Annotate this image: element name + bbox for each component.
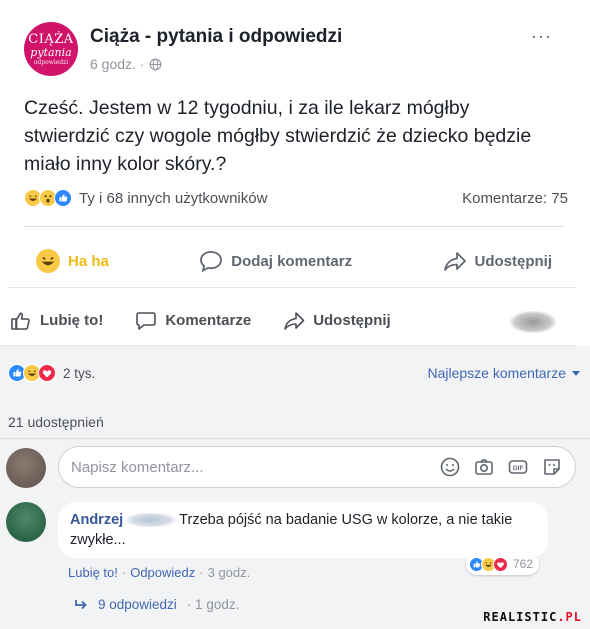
watermark-logo: REALISTIC .PL [483,610,582,624]
page-avatar[interactable]: CIĄŻA pytania odpowiedzi [24,22,78,76]
page-name[interactable]: Ciąża - pytania i odpowiedzi [90,26,342,48]
shares-count[interactable]: 21 udostępnień [8,414,104,430]
comment-like-link[interactable]: Lubię to! [68,565,118,580]
separator: · [199,565,204,580]
share-button[interactable]: Udostępnij [431,250,565,272]
watermark-domain: .PL [557,610,582,624]
reaction-summary[interactable]: Ty i 68 innych użytkowników [24,189,267,207]
comment-bubble: Andrzej Trzeba pójść na badanie USG w kol… [58,502,548,558]
commenter-avatar[interactable] [6,502,46,542]
globe-icon [150,58,162,70]
gif-icon[interactable]: GIF [507,456,529,478]
like-bar: Lubię to! Komentarze Udostępnij [0,296,576,346]
sort-label: Najlepsze komentarze [427,365,566,381]
like-button[interactable]: Lubię to! [10,311,103,331]
watermark-text: REALISTIC [483,610,558,624]
like-icon [54,189,72,207]
thumbs-up-icon [11,312,30,330]
blurred-surname [127,513,176,528]
sort-comments-dropdown[interactable]: Najlepsze komentarze [427,365,580,381]
comments-label: Komentarze [165,312,252,329]
post-card: CIĄŻA pytania odpowiedzi Ciąża - pytania… [8,8,576,288]
comments-button[interactable]: Komentarze [135,311,251,331]
separator: · [121,565,127,580]
avatar-text-3: odpowiedzi [33,58,69,66]
like-label: Lubię to! [40,312,104,329]
comment-actions: Lubię to! · Odpowiedz · 3 godz. [68,565,250,580]
avatar-text-1: CIĄŻA [28,31,74,47]
more-options-icon[interactable]: ··· [531,26,552,47]
reaction-count: 2 tys. [63,365,96,381]
comment-reaction-count: 762 [513,557,534,571]
haha-label: Ha ha [68,252,109,270]
comment-icon [136,311,157,330]
add-comment-label: Dodaj komentarz [231,252,353,270]
haha-icon [36,249,60,273]
comment-author[interactable]: Andrzej [70,512,123,528]
share-icon [284,311,305,330]
comment-reply-link[interactable]: Odpowiedz [130,565,195,580]
divider [0,438,590,439]
comment-input-tools: GIF [439,456,563,478]
user-avatar[interactable] [6,448,46,488]
sticker-icon[interactable] [541,456,563,478]
post-action-bar: Ha ha Dodaj komentarz Udostępnij [24,244,564,278]
share-label: Udostępnij [313,312,391,329]
blurred-avatar [510,311,556,333]
replies-label: 9 odpowiedzi [98,597,177,612]
share-label: Udostępnij [474,252,553,270]
comment-icon [200,251,223,272]
emoji-icon[interactable] [439,456,461,478]
replies-time: · 1 godz. [186,597,240,612]
reactions-row: Ty i 68 innych użytkowników Komentarze: … [24,186,568,210]
avatar-text-2: pytania [30,45,72,59]
comment-reactions[interactable]: 762 [466,553,540,575]
add-comment-button[interactable]: Dodaj komentarz [187,250,364,272]
reply-arrow-icon [75,599,87,609]
share-button[interactable]: Udostępnij [283,311,391,331]
heart-icon [493,556,508,572]
svg-text:GIF: GIF [513,465,524,472]
view-replies[interactable]: 9 odpowiedzi · 1 godz. [74,597,239,612]
haha-reaction-button[interactable]: Ha ha [24,249,121,273]
comments-count[interactable]: Komentarze: 75 [462,190,568,207]
reaction-stats[interactable]: 2 tys. [8,364,95,382]
comment-input[interactable] [71,458,401,476]
caret-down-icon [572,370,580,376]
share-icon [443,252,466,271]
stats-row: 2 tys. Najlepsze komentarze [8,362,580,384]
reaction-summary-text: Ty i 68 innych użytkowników [79,189,268,207]
divider [24,226,564,227]
post-meta: 6 godz. · [90,56,162,72]
post-text: Cześć. Jestem w 12 tygodniu, i za ile le… [24,97,532,175]
heart-icon [38,364,56,382]
comment-time[interactable]: 3 godz. [208,565,251,580]
post-time[interactable]: 6 godz. · [90,56,144,72]
camera-icon[interactable] [473,456,495,478]
comment-box[interactable]: GIF [58,446,576,488]
